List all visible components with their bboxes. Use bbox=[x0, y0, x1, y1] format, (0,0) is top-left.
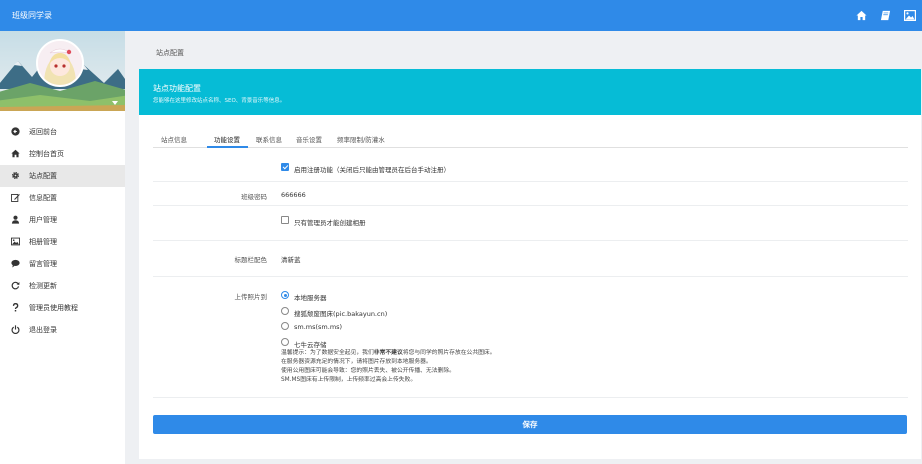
card-header: 站点功能配置 您能够在这里修改站点名称、SEO、背景音乐等信息。 bbox=[139, 69, 921, 115]
tab-rate-limit[interactable]: 频率限制/防灌水 bbox=[337, 134, 385, 144]
app-title[interactable]: 班级同学录 bbox=[12, 10, 52, 21]
save-button[interactable]: 保存 bbox=[153, 415, 907, 434]
notice-line: SM.MS图床有上传限制，上传频率过高会上传失败。 bbox=[281, 377, 417, 383]
upload-notice: 温馨提示：为了数据安全起见，我们非常不建议将您与同学的照片存放在公共图床。 在服… bbox=[281, 349, 496, 385]
register-checkbox[interactable] bbox=[281, 163, 289, 171]
sidebar-item-label: 返回前台 bbox=[29, 128, 57, 136]
sidebar-item-label: 留言管理 bbox=[29, 260, 57, 268]
user-icon bbox=[11, 215, 20, 224]
notice-line: 温馨提示：为了数据安全起见，我们非常不建议将您与同学的照片存放在公共图床。 bbox=[281, 349, 496, 358]
image-icon bbox=[11, 237, 20, 246]
sidebar-item-label: 相册管理 bbox=[29, 238, 57, 246]
sidebar-menu: 返回前台 控制台首页 站点配置 信息配置 用户管理 相册管理 留言管理 检测更新… bbox=[0, 121, 125, 341]
card-subtitle: 您能够在这里修改站点名称、SEO、背景音乐等信息。 bbox=[153, 98, 286, 104]
sidebar-item-message-manage[interactable]: 留言管理 bbox=[0, 253, 125, 275]
sidebar-item-user-manage[interactable]: 用户管理 bbox=[0, 209, 125, 231]
class-password-label: 班级密码 bbox=[241, 193, 267, 201]
row-divider bbox=[153, 276, 908, 277]
upload-option-label: sm.ms(sm.ms) bbox=[294, 323, 343, 331]
breadcrumb: 站点配置 bbox=[156, 49, 184, 57]
title-color-label: 标题栏配色 bbox=[234, 256, 268, 264]
notice-line: 在服务器资源充足的情况下，请将图片存放到本地服务器。 bbox=[281, 359, 432, 365]
upload-option-local-radio[interactable] bbox=[281, 291, 289, 299]
comment-icon bbox=[11, 259, 20, 268]
notice-text: 温馨提示：为了数据安全起见，我们 bbox=[281, 350, 374, 356]
gear-icon bbox=[11, 171, 20, 180]
sidebar-item-album-manage[interactable]: 相册管理 bbox=[0, 231, 125, 253]
image-icon[interactable] bbox=[904, 10, 917, 22]
upload-option-label: 七牛云存储 bbox=[294, 341, 327, 349]
config-tabs: 站点信息 功能设置 联系信息 音乐设置 频率限制/防灌水 bbox=[153, 128, 908, 148]
upload-option-label: 搜狐颓废图床(pic.bakayun.cn) bbox=[294, 310, 388, 318]
upload-option-smms-radio[interactable] bbox=[281, 322, 289, 330]
sidebar-item-label: 站点配置 bbox=[29, 172, 57, 180]
class-password-input[interactable]: 666666 bbox=[281, 191, 306, 199]
profile-banner bbox=[0, 31, 125, 111]
sidebar-item-label: 控制台首页 bbox=[29, 150, 64, 158]
row-divider bbox=[153, 397, 908, 398]
upload-option-sohu-radio[interactable] bbox=[281, 307, 289, 315]
sidebar-item-label: 管理员使用教程 bbox=[29, 304, 78, 312]
upload-target-label: 上传照片到 bbox=[234, 293, 268, 301]
row-divider bbox=[153, 240, 908, 241]
sidebar-item-label: 检测更新 bbox=[29, 282, 57, 290]
sidebar-item-label: 信息配置 bbox=[29, 194, 57, 202]
arrow-left-circle-icon bbox=[11, 127, 20, 136]
config-card: 站点功能配置 您能够在这里修改站点名称、SEO、背景音乐等信息。 站点信息 功能… bbox=[139, 69, 921, 459]
card-title: 站点功能配置 bbox=[153, 84, 201, 93]
admin-album-checkbox[interactable] bbox=[281, 216, 289, 224]
notice-emphasis: 非常不建议 bbox=[373, 350, 403, 356]
register-label: 启用注册功能（关闭后只能由管理员在后台手动注册） bbox=[294, 166, 450, 174]
sidebar-item-dashboard[interactable]: 控制台首页 bbox=[0, 143, 125, 165]
sidebar: 返回前台 控制台首页 站点配置 信息配置 用户管理 相册管理 留言管理 检测更新… bbox=[0, 31, 125, 464]
row-divider bbox=[153, 205, 908, 206]
edit-icon bbox=[11, 193, 20, 202]
tab-function-settings[interactable]: 功能设置 bbox=[214, 134, 240, 144]
top-bar: 班级同学录 bbox=[0, 0, 922, 31]
notice-line: 使用公用图床可能会导致：您的照片丢失、被公开传播、无法删除。 bbox=[281, 368, 455, 374]
sidebar-item-logout[interactable]: 退出登录 bbox=[0, 319, 125, 341]
home-icon[interactable] bbox=[856, 10, 867, 21]
power-icon bbox=[11, 325, 20, 335]
notice-text: 将您与同学的照片存放在公共图床。 bbox=[402, 350, 496, 356]
upload-option-label: 本地服务器 bbox=[294, 294, 327, 302]
active-tab-indicator bbox=[207, 146, 248, 148]
profile-dropdown-caret[interactable] bbox=[112, 101, 118, 105]
title-color-select[interactable]: 清新蓝 bbox=[281, 254, 301, 264]
tab-site-info[interactable]: 站点信息 bbox=[161, 134, 187, 144]
question-icon bbox=[11, 303, 20, 312]
sidebar-item-label: 退出登录 bbox=[29, 326, 57, 334]
sidebar-item-site-config[interactable]: 站点配置 bbox=[0, 165, 125, 187]
sidebar-item-back-frontend[interactable]: 返回前台 bbox=[0, 121, 125, 143]
sidebar-item-admin-tutorial[interactable]: 管理员使用教程 bbox=[0, 297, 125, 319]
row-divider bbox=[153, 181, 908, 182]
sidebar-item-label: 用户管理 bbox=[29, 216, 57, 224]
book-icon[interactable] bbox=[880, 10, 891, 21]
refresh-icon bbox=[11, 281, 20, 290]
sidebar-item-check-update[interactable]: 检测更新 bbox=[0, 275, 125, 297]
tab-music-settings[interactable]: 音乐设置 bbox=[296, 134, 322, 144]
tab-contact-info[interactable]: 联系信息 bbox=[256, 134, 282, 144]
upload-option-qiniu-radio[interactable] bbox=[281, 338, 289, 346]
avatar[interactable] bbox=[36, 39, 84, 87]
admin-album-label: 只有管理员才能创建相册 bbox=[294, 219, 366, 227]
home-icon bbox=[11, 149, 20, 158]
sidebar-item-info-config[interactable]: 信息配置 bbox=[0, 187, 125, 209]
